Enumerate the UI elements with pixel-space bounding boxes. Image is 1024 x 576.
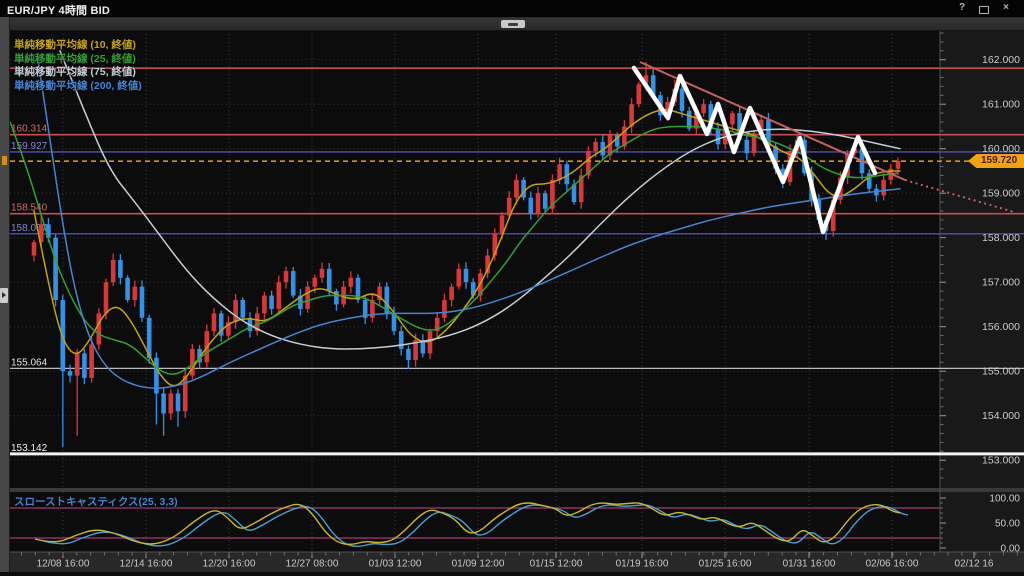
title-bar[interactable]: EUR/JPY 4時間 BID ? × — [0, 0, 1024, 18]
y-axis-label: 158.000 — [982, 232, 1020, 244]
price-line-label: 153.142 — [11, 443, 48, 454]
y-axis-label: 159.000 — [982, 188, 1020, 200]
price-line-edge-marker — [2, 156, 7, 165]
y-axis-label: 162.000 — [982, 54, 1020, 66]
close-button[interactable]: × — [997, 2, 1015, 13]
price-line-label: 160.314 — [11, 124, 48, 135]
panel-collapse-button[interactable] — [501, 20, 525, 28]
stoch-axis-label: 50.00 — [995, 519, 1020, 530]
ma-legend-item: 単純移動平均線 (75, 終値) — [14, 66, 142, 80]
x-axis-label: 02/06 16:00 — [866, 559, 919, 570]
ma-legend-item: 単純移動平均線 (200, 終値) — [14, 80, 142, 94]
x-axis-label: 01/31 16:00 — [783, 559, 836, 570]
x-axis-label: 01/25 16:00 — [699, 559, 752, 570]
ma-legend: 単純移動平均線 (10, 終値)単純移動平均線 (25, 終値)単純移動平均線 … — [14, 39, 142, 93]
y-axis-label: 161.000 — [982, 99, 1020, 111]
x-axis-label: 12/20 16:00 — [203, 559, 256, 570]
ma-legend-item: 単純移動平均線 (25, 終値) — [14, 53, 142, 67]
x-axis-label: 01/09 12:00 — [452, 559, 505, 570]
price-line-label: 159.927 — [11, 141, 48, 152]
current-price-value: 159.720 — [968, 154, 1024, 168]
price-line-label: 155.064 — [11, 357, 48, 368]
chart-canvas[interactable]: 160.314159.927158.540158.087155.064153.1… — [0, 0, 1024, 576]
y-axis-label: 154.000 — [982, 410, 1020, 422]
x-axis-label: 01/03 12:00 — [369, 559, 422, 570]
x-axis-label: 12/14 16:00 — [120, 559, 173, 570]
chart-window: 160.314159.927158.540158.087155.064153.1… — [0, 0, 1024, 576]
current-price-tag: 159.720 — [968, 154, 1024, 168]
y-axis-label: 156.000 — [982, 321, 1020, 333]
x-axis-label: 12/27 08:00 — [286, 559, 339, 570]
y-axis-label: 157.000 — [982, 277, 1020, 289]
window-title: EUR/JPY 4時間 BID — [7, 2, 110, 18]
x-axis-label: 02/12 16 — [955, 559, 994, 570]
price-line-label: 158.540 — [11, 203, 48, 214]
y-axis-label: 155.000 — [982, 366, 1020, 378]
restore-icon — [979, 6, 989, 14]
y-axis-label: 153.000 — [982, 455, 1020, 467]
left-panel-splitter[interactable] — [0, 17, 10, 572]
ma-legend-item: 単純移動平均線 (10, 終値) — [14, 39, 142, 53]
x-axis-label: 01/19 16:00 — [616, 559, 669, 570]
stochastics-label: スローストキャスティクス(25, 3,3) — [14, 494, 178, 509]
panel-expand-handle[interactable] — [0, 288, 8, 303]
x-axis-label: 01/15 12:00 — [530, 559, 583, 570]
x-axis-label: 12/08 16:00 — [37, 559, 90, 570]
y-axis-label: 160.000 — [982, 143, 1020, 155]
stoch-axis-label: 100.00 — [989, 494, 1020, 505]
help-button[interactable]: ? — [953, 2, 971, 13]
collapse-icon — [508, 23, 518, 26]
expand-arrow-icon — [2, 292, 6, 298]
